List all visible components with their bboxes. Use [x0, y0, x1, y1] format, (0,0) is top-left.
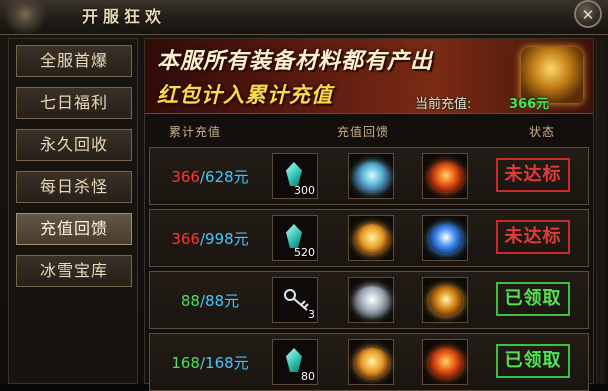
reward-qty: 300: [294, 184, 315, 197]
blue-armor-icon: [429, 224, 463, 254]
sidebar-item-daily-kill[interactable]: 每日杀怪: [16, 171, 132, 203]
progress-current: 366: [171, 230, 200, 248]
reward-slot[interactable]: 3: [272, 277, 318, 323]
blue-crown-icon: [355, 162, 389, 192]
reward-qty: 80: [301, 370, 315, 383]
sidebar: 全服首爆 七日福利 永久回收 每日杀怪 充值回馈 冰雪宝库: [8, 38, 138, 384]
content-panel: 本服所有装备材料都有产出 红包计入累计充值 当前充值: 366元 累计充值 充值…: [144, 38, 594, 391]
teal-gem-icon: [286, 162, 302, 186]
red-armor-icon: [429, 162, 463, 192]
window-title: 开服狂欢: [82, 7, 167, 26]
sidebar-item-ice-treasury[interactable]: 冰雪宝库: [16, 255, 132, 287]
promo-banner: 本服所有装备材料都有产出 红包计入累计充值 当前充值: 366元: [145, 39, 593, 114]
sidebar-item-first-drop[interactable]: 全服首爆: [16, 45, 132, 77]
progress-target: 628元: [205, 168, 249, 186]
progress-target: 88元: [205, 292, 240, 310]
progress-text: 88/88元: [150, 290, 270, 311]
current-recharge-label: 当前充值:: [415, 97, 472, 112]
reward-slot[interactable]: [348, 339, 394, 385]
dragon-ornament-icon: [0, 0, 70, 34]
progress-target: 998元: [205, 230, 249, 248]
table-row: 366/998元 520 未达标: [149, 209, 589, 267]
banner-subheadline: 红包计入累计充值: [157, 83, 333, 107]
header-cumulative: 累计充值: [169, 125, 222, 139]
reward-slot[interactable]: 520: [272, 215, 318, 261]
header-status: 状态: [529, 125, 556, 139]
header-reward: 充值回馈: [337, 125, 390, 139]
event-window: 开服狂欢 ✕ 全服首爆 七日福利 永久回收 每日杀怪 充值回馈 冰雪宝库 本服所…: [0, 0, 608, 391]
gold-armor-icon: [429, 286, 463, 316]
banner-headline: 本服所有装备材料都有产出: [157, 49, 434, 74]
progress-target: 168元: [205, 354, 249, 372]
status-badge[interactable]: 已领取: [496, 344, 570, 378]
table-row: 366/628元 300 未达标: [149, 147, 589, 205]
status-badge[interactable]: 未达标: [496, 158, 570, 192]
teal-gem-icon: [286, 224, 302, 248]
reward-slot[interactable]: 80: [272, 339, 318, 385]
progress-current: 88: [180, 292, 200, 310]
reward-slot[interactable]: 300: [272, 153, 318, 199]
red-armor-icon: [429, 348, 463, 378]
reward-qty: 520: [294, 246, 315, 259]
gold-crown-icon: [355, 224, 389, 254]
title-bar: 开服狂欢 ✕: [0, 0, 608, 35]
silver-crown-icon: [355, 286, 389, 316]
reward-qty: 3: [308, 308, 315, 321]
gold-crown-icon: [355, 348, 389, 378]
progress-text: 168/168元: [150, 352, 270, 373]
scrollbar[interactable]: [596, 38, 605, 384]
reward-slot[interactable]: [422, 339, 468, 385]
progress-text: 366/628元: [150, 166, 270, 187]
table-row: 168/168元 80 已领取: [149, 333, 589, 391]
sidebar-item-seven-day-bonus[interactable]: 七日福利: [16, 87, 132, 119]
progress-current: 366: [171, 168, 200, 186]
teal-gem-icon: [286, 348, 302, 372]
reward-slot[interactable]: [348, 215, 394, 261]
status-badge[interactable]: 已领取: [496, 282, 570, 316]
progress-current: 168: [171, 354, 200, 372]
sidebar-item-recharge-reward[interactable]: 充值回馈: [16, 213, 132, 245]
table-row: 88/88元 3 已领取: [149, 271, 589, 329]
sidebar-item-permanent-recycle[interactable]: 永久回收: [16, 129, 132, 161]
reward-slot[interactable]: [422, 153, 468, 199]
reward-slot[interactable]: [422, 215, 468, 261]
table-header: 累计充值 充值回馈 状态: [145, 119, 593, 143]
reward-slot[interactable]: [422, 277, 468, 323]
current-recharge-value: 366元: [509, 97, 550, 112]
status-badge[interactable]: 未达标: [496, 220, 570, 254]
reward-slot[interactable]: [348, 153, 394, 199]
reward-slot[interactable]: [348, 277, 394, 323]
close-button[interactable]: ✕: [574, 0, 602, 28]
progress-text: 366/998元: [150, 228, 270, 249]
key-icon: [284, 289, 309, 311]
